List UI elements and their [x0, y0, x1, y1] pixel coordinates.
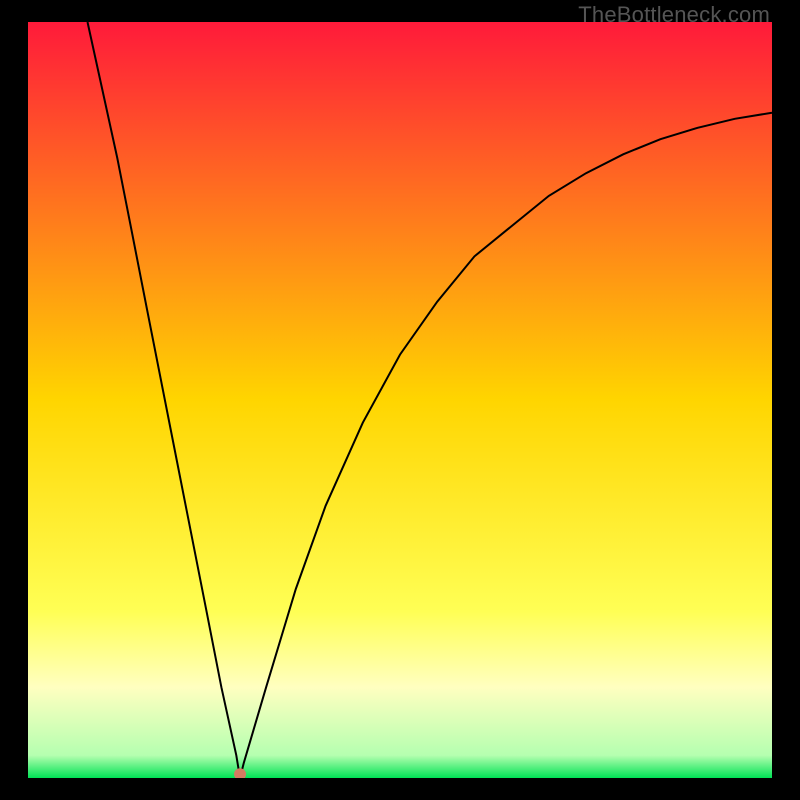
- watermark-text: TheBottleneck.com: [578, 2, 770, 28]
- chart-plot: [28, 22, 772, 778]
- chart-frame: TheBottleneck.com: [0, 0, 800, 800]
- chart-background: [28, 22, 772, 778]
